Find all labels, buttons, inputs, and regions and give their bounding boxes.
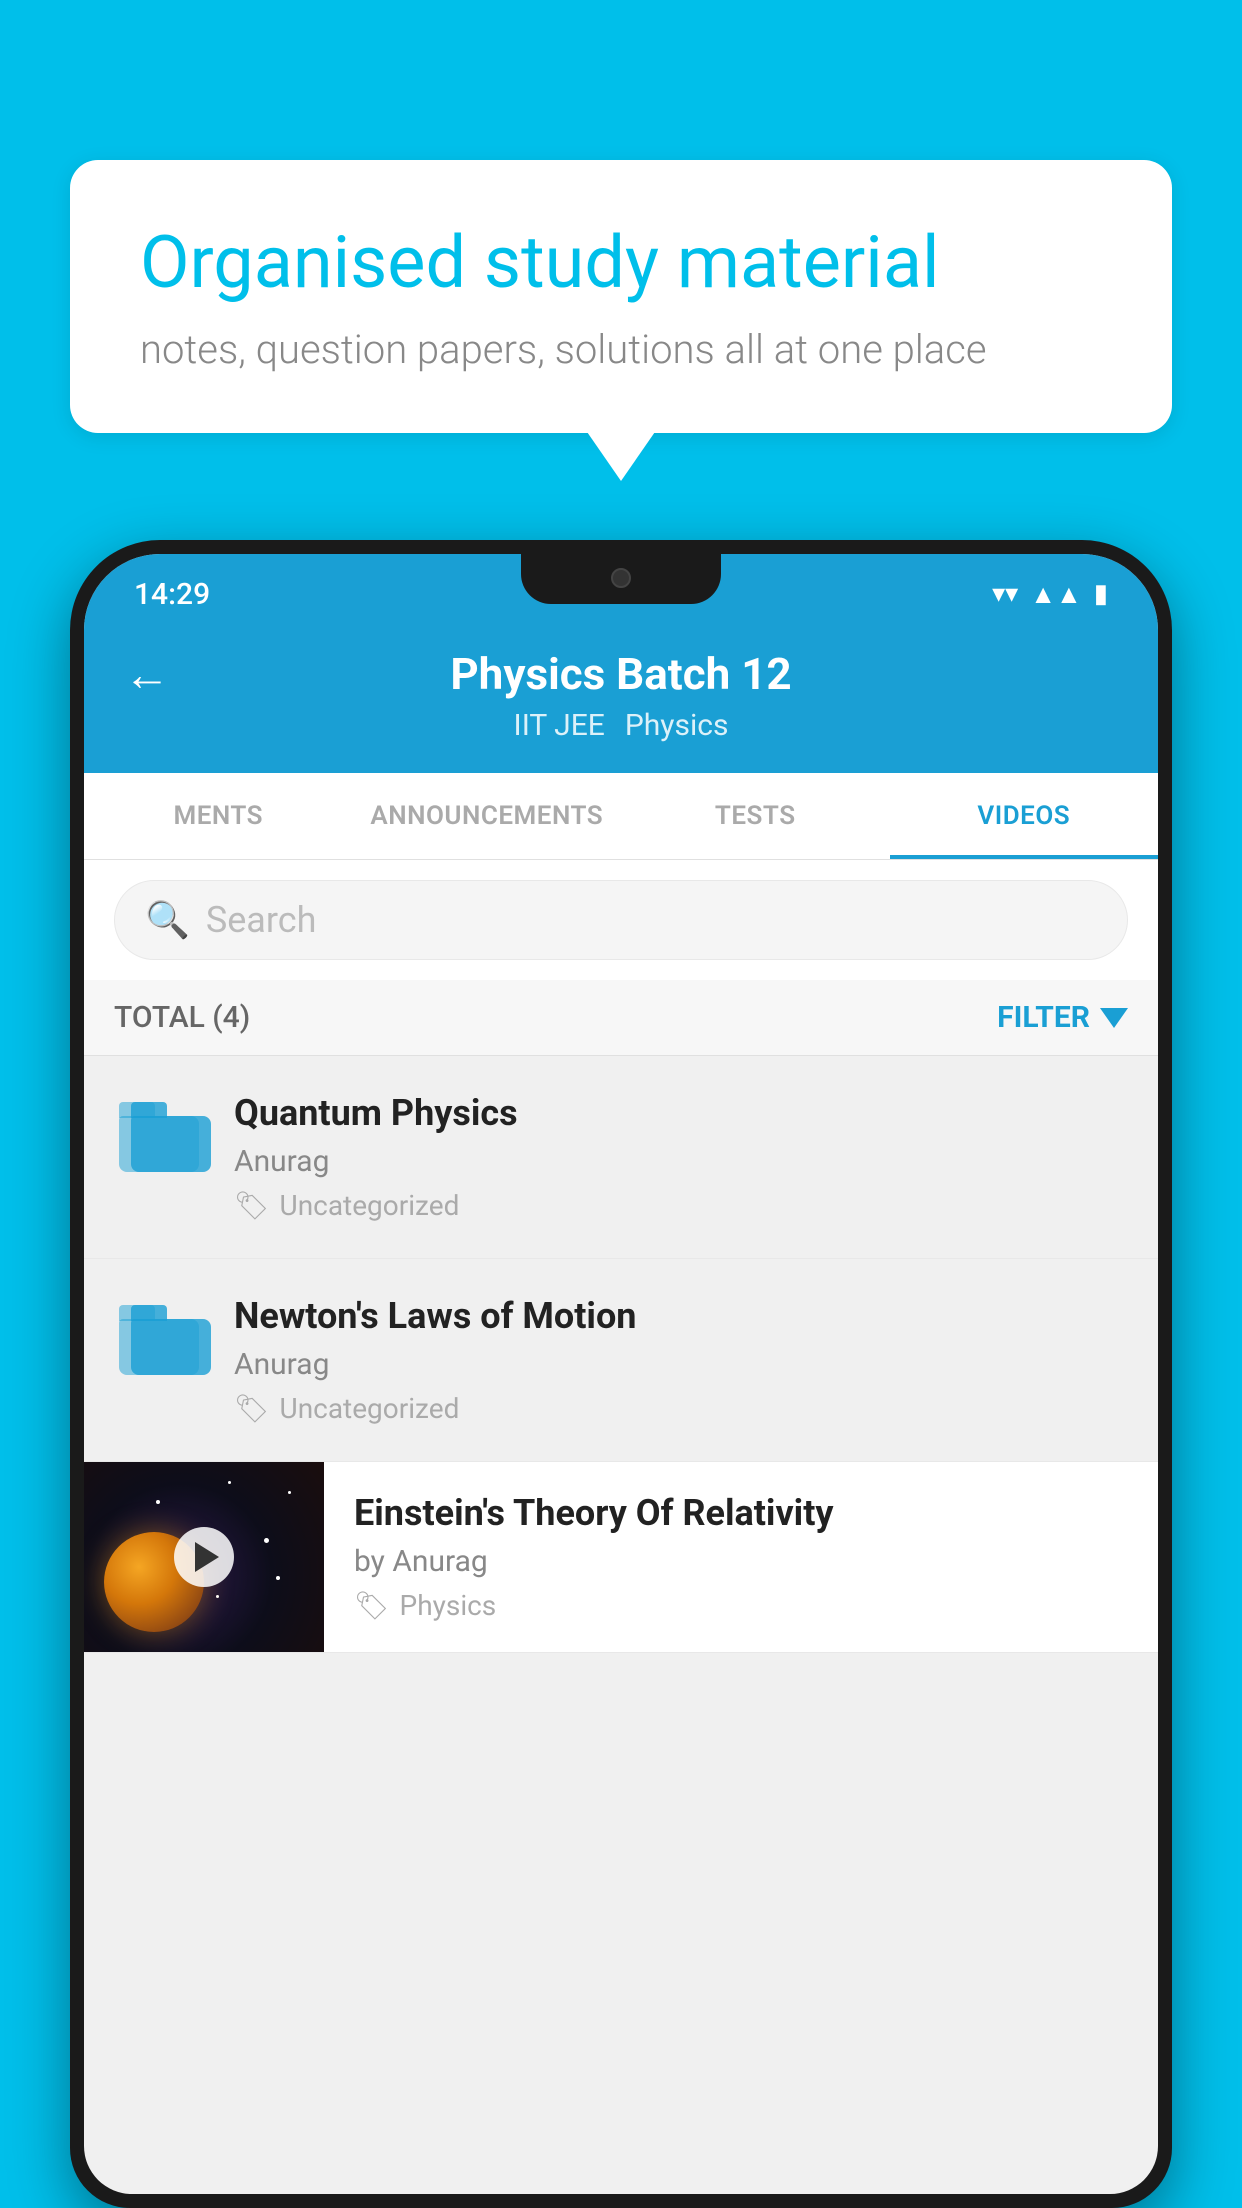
item-author-quantum: Anurag [234,1144,1128,1179]
header-tag-physics: Physics [625,708,729,743]
header-tag-iitjee: IIT JEE [514,708,605,743]
item-tag-newton: 🏷 Uncategorized [234,1392,1128,1425]
scrollable-content: 🔍 Search TOTAL (4) FILTER [84,860,1158,2194]
header-title: Physics Batch 12 [450,648,791,700]
bubble-title: Organised study material [140,220,1102,306]
tag-icon: 🏷 [354,1589,390,1622]
video-author-einstein: by Anurag [354,1544,1128,1579]
tag-label: Physics [400,1589,497,1622]
tag-label: Uncategorized [280,1189,460,1222]
video-item-einstein[interactable]: Einstein's Theory Of Relativity by Anura… [84,1462,1158,1653]
search-bar[interactable]: 🔍 Search [114,880,1128,960]
phone-frame: 14:29 ▾▾ ▲▲ ▮ ← Physics Batch 12 IIT JEE… [70,540,1172,2208]
speech-bubble-container: Organised study material notes, question… [70,160,1172,433]
header-row: ← Physics Batch 12 [124,648,1118,700]
tab-tests[interactable]: TESTS [621,773,890,859]
tab-videos[interactable]: VIDEOS [890,773,1159,859]
header-subtitle: IIT JEE Physics [514,708,729,743]
list-item[interactable]: Newton's Laws of Motion Anurag 🏷 Uncateg… [84,1259,1158,1462]
phone-screen: 14:29 ▾▾ ▲▲ ▮ ← Physics Batch 12 IIT JEE… [84,554,1158,2194]
video-content-einstein: Einstein's Theory Of Relativity by Anura… [354,1462,1158,1652]
back-button[interactable]: ← [124,647,170,702]
video-thumbnail-einstein [84,1462,324,1652]
total-label: TOTAL (4) [114,1000,250,1035]
search-icon: 🔍 [145,899,190,941]
status-icons: ▾▾ ▲▲ ▮ [992,579,1108,610]
list-item[interactable]: Quantum Physics Anurag 🏷 Uncategorized [84,1056,1158,1259]
tag-icon: 🏷 [234,1392,270,1425]
tab-ments[interactable]: MENTS [84,773,353,859]
tab-announcements[interactable]: ANNOUNCEMENTS [353,773,622,859]
item-title-newton: Newton's Laws of Motion [234,1295,1128,1337]
phone-notch [521,554,721,604]
item-title-quantum: Quantum Physics [234,1092,1128,1134]
filter-button[interactable]: FILTER [997,1000,1128,1035]
tab-bar: MENTS ANNOUNCEMENTS TESTS VIDEOS [84,773,1158,860]
bubble-subtitle: notes, question papers, solutions all at… [140,326,1102,373]
camera-dot [611,568,631,588]
item-tag-quantum: 🏷 Uncategorized [234,1189,1128,1222]
tag-icon: 🏷 [234,1189,270,1222]
signal-icon: ▲▲ [1030,579,1081,610]
wifi-icon: ▾▾ [992,579,1018,609]
video-tag-einstein: 🏷 Physics [354,1589,1128,1622]
play-button[interactable] [174,1527,234,1587]
app-header: ← Physics Batch 12 IIT JEE Physics [84,624,1158,773]
item-author-newton: Anurag [234,1347,1128,1382]
folder-icon-newton [114,1295,204,1385]
tag-label: Uncategorized [280,1392,460,1425]
filter-row: TOTAL (4) FILTER [84,980,1158,1056]
status-time: 14:29 [134,577,210,612]
filter-label: FILTER [997,1000,1090,1035]
item-content-quantum: Quantum Physics Anurag 🏷 Uncategorized [234,1092,1128,1222]
filter-icon [1100,1008,1128,1028]
speech-bubble: Organised study material notes, question… [70,160,1172,433]
video-title-einstein: Einstein's Theory Of Relativity [354,1492,1128,1534]
play-icon [195,1542,219,1572]
item-content-newton: Newton's Laws of Motion Anurag 🏷 Uncateg… [234,1295,1128,1425]
search-container: 🔍 Search [84,860,1158,980]
battery-icon: ▮ [1094,579,1108,609]
search-placeholder: Search [206,899,317,941]
folder-icon-quantum [114,1092,204,1182]
